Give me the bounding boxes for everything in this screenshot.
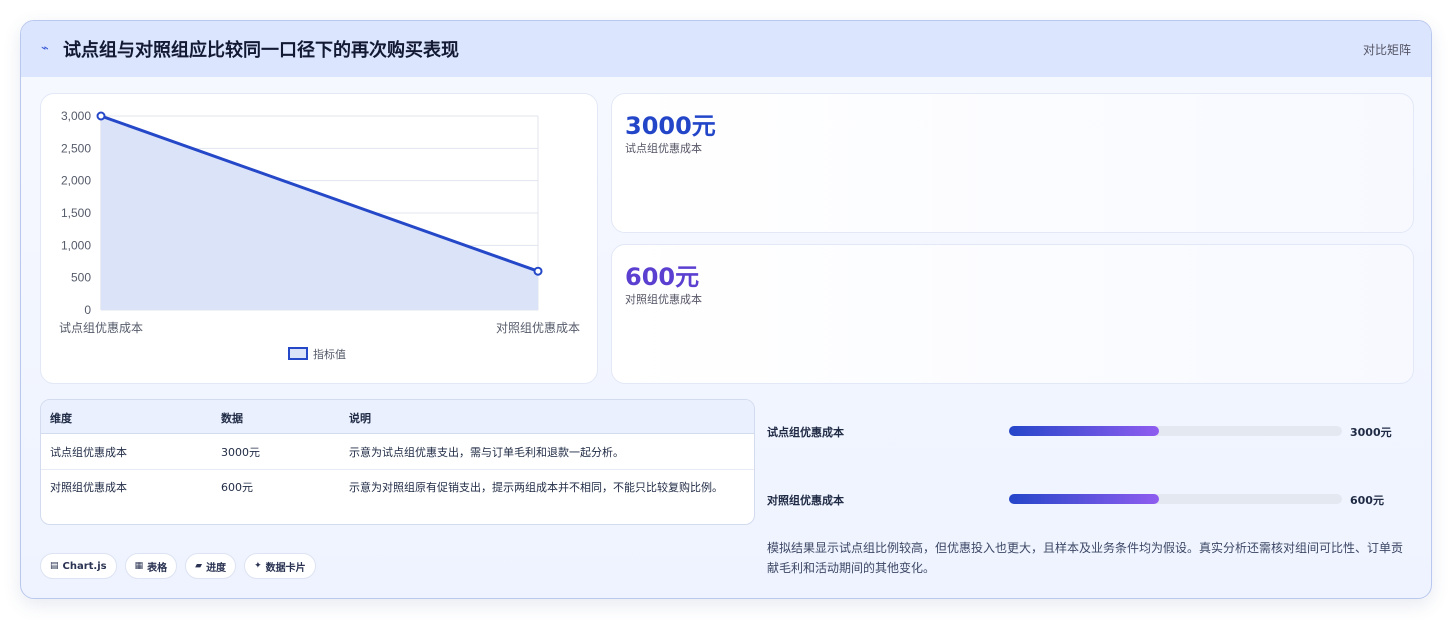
- table-row: 对照组优惠成本 600元 示意为对照组原有促销支出，提示两组成本并不相同，不能只…: [41, 469, 754, 524]
- table-header-cell: 说明: [349, 412, 371, 425]
- y-tick-label: 3,000: [61, 109, 91, 123]
- stat-card-pilot: 3000元 试点组优惠成本: [611, 93, 1414, 233]
- analysis-note: 模拟结果显示试点组比例较高，但优惠投入也更大，且样本及业务条件均为假设。真实分析…: [767, 541, 1404, 575]
- chip-label: 表格: [147, 562, 168, 574]
- card-title: 试点组与对照组应比较同一口径下的再次购买表现: [63, 40, 459, 61]
- chip-table[interactable]: ▦ 表格: [124, 553, 178, 579]
- chart-panel: 3,000 2,500 2,000 1,500 1,000 500 0 试点组优惠成本 对照组优…: [40, 93, 598, 384]
- y-tick-label: 500: [71, 271, 91, 285]
- tech-chips: ▤ Chart.js ▦ 表格 ▰ 进度 ✦ 数据卡片: [40, 553, 316, 579]
- data-point: [96, 111, 106, 121]
- legend-swatch: [288, 347, 308, 360]
- table-cell: 试点组优惠成本: [50, 446, 127, 459]
- stat-card-control: 600元 对照组优惠成本: [611, 244, 1414, 384]
- comparison-card: ⌁ 试点组与对照组应比较同一口径下的再次购买表现 对比矩阵 3,000 2,500…: [20, 20, 1432, 599]
- sparkle-icon: ✦: [254, 561, 262, 571]
- data-point: [533, 266, 543, 276]
- table-icon: ▦: [134, 561, 144, 571]
- y-tick-label: 2,500: [61, 141, 91, 155]
- stat-value: 3000元: [625, 112, 716, 140]
- card-header: ⌁ 试点组与对照组应比较同一口径下的再次购买表现 对比矩阵: [21, 21, 1431, 77]
- chip-data-card[interactable]: ✦ 数据卡片: [244, 553, 316, 579]
- table-header-cell: 数据: [221, 412, 243, 425]
- stat-label: 对照组优惠成本: [625, 293, 702, 306]
- chip-label: Chart.js: [62, 560, 107, 572]
- chip-label: 进度: [206, 562, 227, 574]
- progress-value: 3000元: [1350, 426, 1392, 439]
- table-header-row: 维度 数据 说明: [41, 400, 754, 434]
- y-tick-label: 1,000: [61, 238, 91, 252]
- x-tick-label: 试点组优惠成本: [59, 320, 143, 335]
- progress-fill: [1009, 494, 1159, 504]
- chip-progress[interactable]: ▰ 进度: [185, 553, 237, 579]
- table-header-cell: 维度: [50, 412, 72, 425]
- progress-label: 试点组优惠成本: [767, 426, 844, 439]
- table-cell: 600元: [221, 481, 253, 494]
- progress-row-pilot: 试点组优惠成本 3000元: [767, 421, 1407, 441]
- chip-label: 数据卡片: [265, 562, 306, 574]
- stat-value: 600元: [625, 263, 700, 291]
- progress-icon: ▰: [195, 561, 203, 571]
- chart-icon: ▤: [50, 561, 59, 571]
- progress-row-control: 对照组优惠成本 600元: [767, 489, 1407, 509]
- stat-label: 试点组优惠成本: [625, 142, 702, 155]
- pulse-icon: ⌁: [41, 41, 49, 56]
- table-cell: 对照组优惠成本: [50, 481, 127, 494]
- matrix-badge: 对比矩阵: [1362, 42, 1411, 57]
- table-cell: 示意为对照组原有促销支出，提示两组成本并不相同，不能只比较复购比例。: [349, 481, 723, 494]
- y-tick-label: 1,500: [61, 206, 91, 220]
- legend-label: 指标值: [313, 347, 346, 361]
- progress-label: 对照组优惠成本: [767, 494, 844, 507]
- table-cell: 示意为试点组优惠支出，需与订单毛利和退款一起分析。: [349, 446, 624, 459]
- table-row: 试点组优惠成本 3000元 示意为试点组优惠支出，需与订单毛利和退款一起分析。: [41, 433, 754, 470]
- table-cell: 3000元: [221, 446, 260, 459]
- progress-value: 600元: [1350, 494, 1384, 507]
- data-table: 维度 数据 说明 试点组优惠成本 3000元 示意为试点组优惠支出，需与订单毛利…: [40, 399, 755, 525]
- x-tick-label: 对照组优惠成本: [496, 321, 580, 335]
- area-chart: 3,000 2,500 2,000 1,500 1,000 500 0 试点组优惠成本 对照组优…: [59, 109, 580, 361]
- chip-chartjs[interactable]: ▤ Chart.js: [40, 553, 117, 579]
- progress-track: [1009, 494, 1342, 504]
- y-tick-label: 2,000: [61, 174, 91, 188]
- progress-track: [1009, 426, 1342, 436]
- progress-fill: [1009, 426, 1159, 436]
- y-tick-label: 0: [84, 303, 91, 317]
